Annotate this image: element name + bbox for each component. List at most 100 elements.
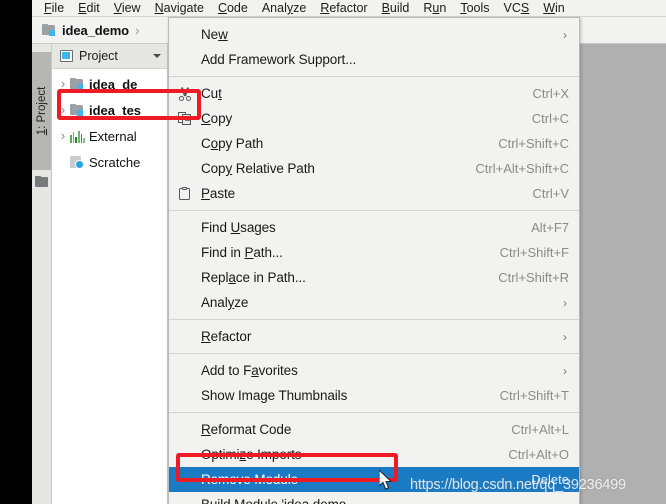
cut-icon (169, 81, 201, 106)
menu-item-label: Reformat Code (201, 422, 292, 437)
project-tool-window: Project › idea_de › idea_tes › External › Scrat… (52, 44, 168, 504)
menu-item-label: Cut (201, 86, 222, 101)
menu-item-add-framework-support[interactable]: Add Framework Support... (169, 47, 579, 72)
menubar-item-file[interactable]: File (37, 0, 71, 16)
menu-item-label: Optimize Imports (201, 447, 302, 462)
menu-separator (169, 412, 579, 413)
copy-icon (169, 106, 201, 131)
menu-item-label: New (201, 27, 228, 42)
submenu-chevron-right-icon: › (563, 363, 567, 378)
menu-separator (169, 319, 579, 320)
menu-icon-slot (169, 417, 201, 442)
submenu-chevron-right-icon: › (563, 27, 567, 42)
menubar-item-tools[interactable]: Tools (453, 0, 496, 16)
paste-icon (169, 181, 201, 206)
menu-item-label: Add to Favorites (201, 363, 298, 378)
menubar-item-vcs[interactable]: VCS (497, 0, 537, 16)
tree-row[interactable]: › Scratche (52, 149, 167, 175)
menu-separator (169, 353, 579, 354)
menu-icon-slot (169, 47, 201, 72)
watermark-text: https://blog.csdn.net/qq_39236499 (410, 477, 626, 493)
project-icon (60, 50, 73, 62)
tree-row-label: idea_de (89, 76, 138, 92)
submenu-chevron-right-icon: › (563, 329, 567, 344)
tree-row-label: External (89, 128, 137, 144)
menu-item-label: Build Module 'idea demo (201, 497, 346, 504)
project-tree: › idea_de › idea_tes › External › Scratche (52, 69, 167, 175)
menu-item-copy[interactable]: Copy Ctrl+C (169, 106, 579, 131)
menu-item-find-in-path[interactable]: Find in Path... Ctrl+Shift+F (169, 240, 579, 265)
menu-icon-slot (169, 324, 201, 349)
menu-item-label: Copy Path (201, 136, 264, 151)
menu-item-shortcut: Ctrl+C (531, 111, 569, 126)
context-menu: New › Add Framework Support... Cut Ctrl+X Cop… (168, 17, 580, 504)
menu-icon-slot (169, 290, 201, 315)
menubar-item-navigate[interactable]: Navigate (148, 0, 211, 16)
menu-item-new[interactable]: New › (169, 22, 579, 47)
menu-icon-slot (169, 131, 201, 156)
menu-item-shortcut: Ctrl+V (532, 186, 569, 201)
menu-item-show-image-thumbnails[interactable]: Show Image Thumbnails Ctrl+Shift+T (169, 383, 579, 408)
breadcrumb[interactable]: idea_demo › (42, 20, 140, 40)
menu-item-shortcut: Ctrl+Shift+C (498, 136, 569, 151)
menu-item-optimize-imports[interactable]: Optimize Imports Ctrl+Alt+O (169, 442, 579, 467)
module-folder-icon (70, 77, 85, 91)
project-panel-title: Project (79, 49, 118, 63)
menu-icon-slot (169, 442, 201, 467)
menubar-item-run[interactable]: Run (416, 0, 453, 16)
menu-item-label: Refactor (201, 329, 252, 344)
menubar-item-analyze[interactable]: Analyze (255, 0, 313, 16)
menu-separator (169, 210, 579, 211)
menu-item-refactor[interactable]: Refactor › (169, 324, 579, 349)
ide-window: File Edit View Navigate Code Analyze Refactor B… (0, 0, 666, 504)
menu-item-paste[interactable]: Paste Ctrl+V (169, 181, 579, 206)
folder-icon[interactable] (35, 176, 48, 187)
menu-icon-slot (169, 265, 201, 290)
tree-row[interactable]: › idea_tes (52, 97, 167, 123)
menu-item-label: Remove Module (201, 472, 298, 487)
chevron-down-icon[interactable] (153, 54, 161, 58)
menu-item-build-module-idea-demo[interactable]: Build Module 'idea demo (169, 492, 579, 504)
menu-item-copy-relative-path[interactable]: Copy Relative Path Ctrl+Alt+Shift+C (169, 156, 579, 181)
chevron-right-icon[interactable]: › (56, 97, 70, 123)
scratches-icon (70, 155, 85, 169)
menu-item-label: Show Image Thumbnails (201, 388, 348, 403)
tree-row[interactable]: › idea_de (52, 71, 167, 97)
chevron-right-icon[interactable]: › (56, 71, 70, 97)
menu-item-label: Find in Path... (201, 245, 283, 260)
tool-window-tab-project[interactable]: 1: Project (32, 52, 51, 170)
tool-window-tab-label: 1: Project (35, 86, 48, 136)
menu-item-copy-path[interactable]: Copy Path Ctrl+Shift+C (169, 131, 579, 156)
menu-item-label: Copy Relative Path (201, 161, 315, 176)
menu-item-shortcut: Ctrl+Shift+T (499, 388, 569, 403)
main-menu-bar: File Edit View Navigate Code Analyze Refactor B… (32, 0, 666, 17)
menu-icon-slot (169, 22, 201, 47)
menubar-item-build[interactable]: Build (375, 0, 417, 16)
menu-item-label: Find Usages (201, 220, 276, 235)
menubar-item-code[interactable]: Code (211, 0, 255, 16)
menu-icon-slot (169, 156, 201, 181)
menubar-item-refactor[interactable]: Refactor (313, 0, 374, 16)
menu-item-cut[interactable]: Cut Ctrl+X (169, 81, 579, 106)
project-panel-header[interactable]: Project (52, 44, 167, 69)
tree-row[interactable]: › External (52, 123, 167, 149)
menu-item-reformat-code[interactable]: Reformat Code Ctrl+Alt+L (169, 417, 579, 442)
menu-item-analyze[interactable]: Analyze › (169, 290, 579, 315)
menu-item-shortcut: Ctrl+Alt+O (508, 447, 569, 462)
menu-item-shortcut: Alt+F7 (531, 220, 569, 235)
tree-row-label: idea_tes (89, 102, 142, 118)
menu-icon-slot (169, 383, 201, 408)
menu-icon-slot (169, 358, 201, 383)
menu-item-replace-in-path[interactable]: Replace in Path... Ctrl+Shift+R (169, 265, 579, 290)
menu-item-shortcut: Ctrl+Alt+L (511, 422, 569, 437)
menu-item-find-usages[interactable]: Find Usages Alt+F7 (169, 215, 579, 240)
menu-item-label: Replace in Path... (201, 270, 306, 285)
menubar-item-edit[interactable]: Edit (71, 0, 107, 16)
menu-item-label: Add Framework Support... (201, 52, 357, 67)
menu-item-add-to-favorites[interactable]: Add to Favorites › (169, 358, 579, 383)
menu-item-label: Copy (201, 111, 233, 126)
menubar-item-win[interactable]: Win (536, 0, 572, 16)
menubar-item-view[interactable]: View (107, 0, 148, 16)
chevron-right-icon[interactable]: › (56, 123, 70, 149)
submenu-chevron-right-icon: › (563, 295, 567, 310)
